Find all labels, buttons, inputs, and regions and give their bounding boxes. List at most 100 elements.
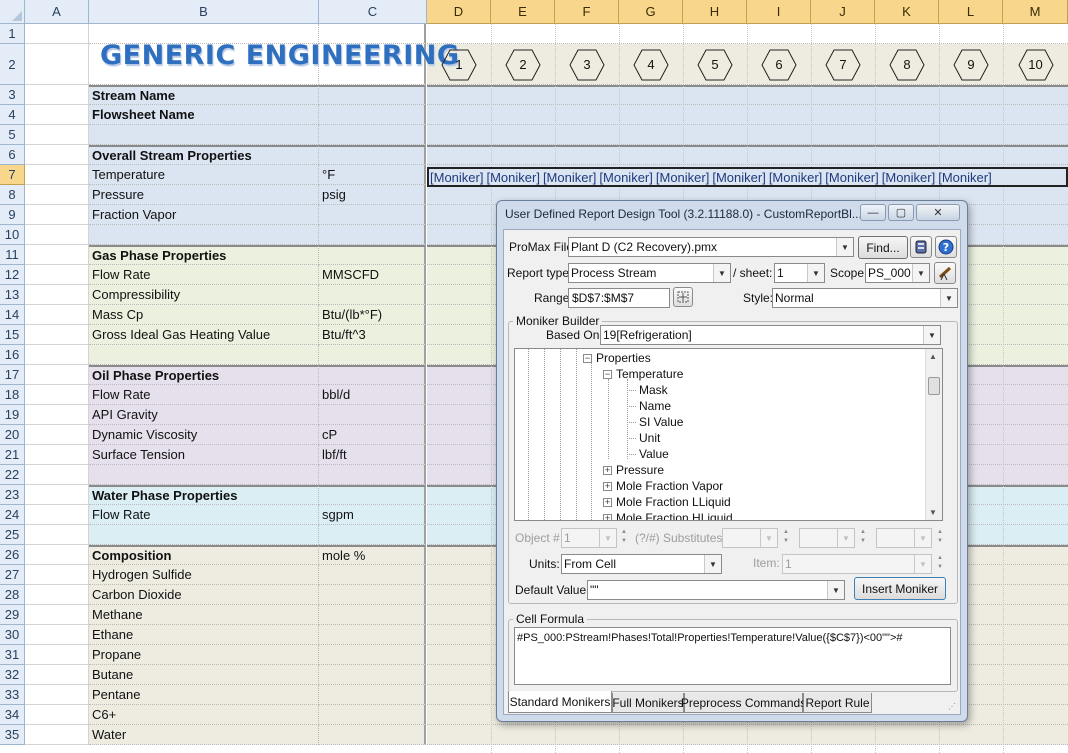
- moniker-cell[interactable]: [Moniker]: [599, 170, 652, 185]
- find-button[interactable]: Find...: [858, 236, 908, 259]
- row-header[interactable]: 2: [0, 44, 25, 85]
- cell-c[interactable]: mole %: [319, 545, 426, 565]
- tree-node-mole-fraction-lliquid[interactable]: + Mole Fraction LLiquid: [603, 494, 731, 510]
- moniker-tree[interactable]: − Properties − Temperature Mask Name SI …: [514, 348, 943, 521]
- cell-a[interactable]: [25, 44, 89, 85]
- cell-b[interactable]: C6+: [89, 705, 319, 725]
- stream-number-cell[interactable]: 6: [747, 44, 811, 85]
- cell-data-range[interactable]: [427, 85, 1068, 105]
- tree-node-pressure[interactable]: + Pressure: [603, 462, 664, 478]
- tree-node-mole-fraction-vapor[interactable]: + Mole Fraction Vapor: [603, 478, 723, 494]
- cell-c[interactable]: [319, 285, 426, 305]
- cell-c[interactable]: [319, 485, 426, 505]
- row-header[interactable]: 26: [0, 545, 25, 565]
- cell-c[interactable]: cP: [319, 425, 426, 445]
- tab-full-monikers[interactable]: Full Monikers: [612, 693, 684, 713]
- cell-b[interactable]: [89, 125, 319, 145]
- column-header-m[interactable]: M: [1003, 0, 1068, 24]
- column-header-a[interactable]: A: [25, 0, 89, 24]
- cell-b[interactable]: Gas Phase Properties: [89, 245, 319, 265]
- cell-c[interactable]: MMSCFD: [319, 265, 426, 285]
- row-header[interactable]: 19: [0, 405, 25, 425]
- cell-a[interactable]: [25, 265, 89, 285]
- units-select[interactable]: From Cell ▼: [561, 554, 722, 574]
- row-header[interactable]: 17: [0, 365, 25, 385]
- row-header[interactable]: 27: [0, 565, 25, 585]
- cell-b[interactable]: Water: [89, 725, 319, 745]
- cell-b[interactable]: [89, 225, 319, 245]
- sheet-select[interactable]: 1 ▼: [774, 263, 825, 283]
- column-header-f[interactable]: F: [555, 0, 619, 24]
- cell-c[interactable]: [319, 625, 426, 645]
- substitute-select-2[interactable]: ▼: [799, 528, 855, 548]
- cell-a[interactable]: [25, 465, 89, 485]
- substitute-select-3[interactable]: ▼: [876, 528, 932, 548]
- cell-a[interactable]: [25, 305, 89, 325]
- object-spinner[interactable]: ▲ ▼: [620, 528, 628, 546]
- row-header[interactable]: 25: [0, 525, 25, 545]
- column-header-k[interactable]: K: [875, 0, 939, 24]
- moniker-cell[interactable]: [Moniker]: [712, 170, 765, 185]
- cell-c[interactable]: [319, 205, 426, 225]
- cell-c[interactable]: [319, 525, 426, 545]
- stream-number-cell[interactable]: 10: [1003, 44, 1068, 85]
- row-header[interactable]: 13: [0, 285, 25, 305]
- column-header-e[interactable]: E: [491, 0, 555, 24]
- cell-b[interactable]: Pentane: [89, 685, 319, 705]
- cell-data-range[interactable]: [427, 24, 1068, 44]
- cell-a[interactable]: [25, 485, 89, 505]
- row-header[interactable]: 21: [0, 445, 25, 465]
- cell-b[interactable]: Compressibility: [89, 285, 319, 305]
- report-type-select[interactable]: Process Stream ▼: [568, 263, 731, 283]
- tree-node-unit[interactable]: Unit: [639, 430, 660, 446]
- cell-a[interactable]: [25, 405, 89, 425]
- cell-c[interactable]: Btu/(lb*°F): [319, 305, 426, 325]
- cell-b[interactable]: [89, 345, 319, 365]
- row-header[interactable]: 5: [0, 125, 25, 145]
- cell-b[interactable]: [89, 465, 319, 485]
- expand-icon[interactable]: +: [603, 465, 612, 475]
- row-header[interactable]: 30: [0, 625, 25, 645]
- row-header[interactable]: 32: [0, 665, 25, 685]
- row-header[interactable]: 1: [0, 24, 25, 44]
- tab-report-rule[interactable]: Report Rule: [803, 693, 872, 713]
- stream-number-cell[interactable]: 3: [555, 44, 619, 85]
- stream-number-cell[interactable]: 9: [939, 44, 1003, 85]
- cell-b[interactable]: Fraction Vapor: [89, 205, 319, 225]
- stream-number-cell[interactable]: 8: [875, 44, 939, 85]
- moniker-cell[interactable]: [Moniker]: [543, 170, 596, 185]
- cell-a[interactable]: [25, 545, 89, 565]
- cell-a[interactable]: [25, 645, 89, 665]
- column-header-i[interactable]: I: [747, 0, 811, 24]
- row-header[interactable]: 8: [0, 185, 25, 205]
- column-header-l[interactable]: L: [939, 0, 1003, 24]
- row-header[interactable]: 28: [0, 585, 25, 605]
- tree-node-mole-fraction-hliquid[interactable]: + Mole Fraction HLiquid: [603, 510, 733, 520]
- cell-c[interactable]: [319, 105, 426, 125]
- cell-a[interactable]: [25, 425, 89, 445]
- cell-b[interactable]: API Gravity: [89, 405, 319, 425]
- stream-number-cell[interactable]: 2: [491, 44, 555, 85]
- default-value-select[interactable]: "" ▼: [587, 580, 845, 600]
- object-select[interactable]: 1 ▼: [561, 528, 617, 548]
- cell-b[interactable]: Ethane: [89, 625, 319, 645]
- cell-a[interactable]: [25, 165, 89, 185]
- cell-c[interactable]: [319, 245, 426, 265]
- column-header-g[interactable]: G: [619, 0, 683, 24]
- cell-a[interactable]: [25, 205, 89, 225]
- cell-b[interactable]: Dynamic Viscosity: [89, 425, 319, 445]
- cell-data-range[interactable]: [427, 725, 1068, 745]
- moniker-cell[interactable]: [Moniker]: [430, 170, 483, 185]
- cell-a[interactable]: [25, 105, 89, 125]
- based-on-select[interactable]: 19[Refrigeration] ▼: [600, 325, 941, 345]
- item-spinner[interactable]: ▲ ▼: [936, 554, 944, 572]
- cell-b[interactable]: Oil Phase Properties: [89, 365, 319, 385]
- row-header[interactable]: 31: [0, 645, 25, 665]
- cell-c[interactable]: Btu/ft^3: [319, 325, 426, 345]
- substitute-select-1[interactable]: ▼: [722, 528, 778, 548]
- cell-c[interactable]: bbl/d: [319, 385, 426, 405]
- cell-a[interactable]: [25, 245, 89, 265]
- scrollbar-thumb[interactable]: [928, 377, 940, 395]
- row-header[interactable]: 7: [0, 165, 25, 185]
- cell-a[interactable]: [25, 585, 89, 605]
